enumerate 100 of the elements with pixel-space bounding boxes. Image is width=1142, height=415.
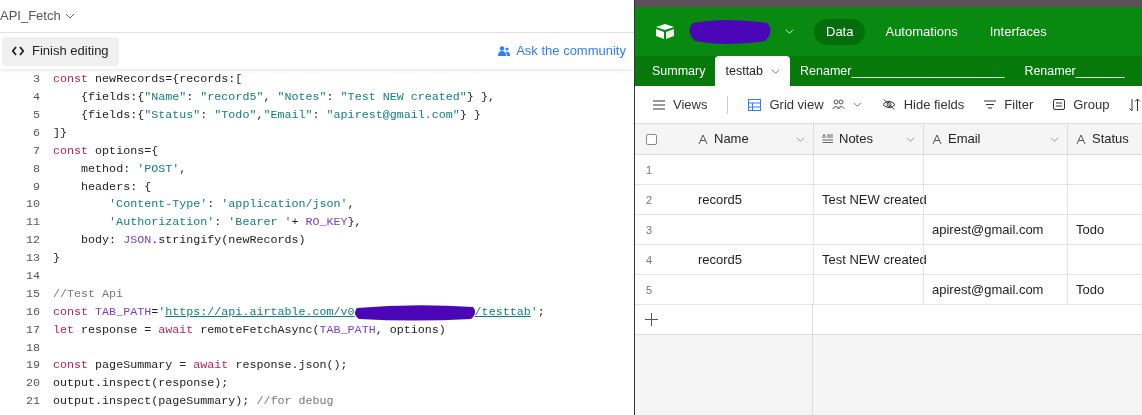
code-token: ]} (53, 124, 68, 142)
code-token: , (256, 106, 264, 124)
code-link[interactable]: /testtab (474, 303, 531, 322)
chevron-down-icon[interactable] (64, 11, 75, 21)
code-token: {fields:{ (81, 89, 145, 107)
code-token: 'POST' (137, 160, 180, 178)
column-title: Status (1092, 130, 1130, 149)
table-cell-text: record5 (698, 250, 743, 269)
code-token: method: (81, 160, 131, 178)
code-token: + (291, 214, 299, 232)
code-token: const (53, 303, 89, 321)
code-token: "apirest@gmail.com" (326, 106, 460, 124)
code-token: : (186, 89, 194, 107)
code-token: : (200, 106, 208, 124)
line-number: 4 (32, 89, 40, 107)
line-number: 10 (24, 196, 40, 214)
nav-tab[interactable]: Interfaces (977, 18, 1059, 45)
column-header[interactable]: Name (690, 124, 813, 154)
people-icon (831, 99, 845, 110)
code-token: = (151, 303, 159, 321)
hide-fields-button[interactable]: Hide fields (881, 94, 965, 115)
table-cell-text: record5 (698, 190, 743, 209)
menu-icon (653, 99, 665, 110)
nav-tab[interactable]: Data (814, 18, 866, 45)
column-header[interactable]: Email (923, 124, 1067, 154)
code-token: 'Authorization' (109, 214, 215, 232)
code-token: await (158, 321, 194, 339)
code-token: const (53, 71, 89, 89)
line-number: 21 (24, 393, 40, 411)
column-header[interactable]: Status (1067, 124, 1142, 154)
column-title: Notes (839, 130, 874, 149)
code-token: newRecords={records:[ (95, 71, 243, 89)
code-token: await (193, 357, 229, 375)
line-number: 6 (32, 124, 40, 142)
line-number: 9 (32, 178, 40, 196)
filter-button[interactable]: Filter (984, 94, 1034, 115)
table-cell-text: apirest@gmail.com (932, 220, 1044, 239)
select-all-checkbox[interactable] (646, 133, 657, 145)
code-token: body: (81, 232, 117, 250)
code-token: : (214, 214, 222, 232)
add-row-icon[interactable] (645, 313, 658, 326)
text-field-icon (932, 134, 942, 144)
code-token: pageSummary = (95, 357, 187, 375)
table-cell-text: Test NEW created (822, 190, 927, 209)
logo-icon (655, 23, 675, 40)
code-token: 'application/json' (221, 196, 348, 214)
code-token: response = (81, 321, 152, 339)
row-number: 2 (645, 193, 654, 208)
code-icon (12, 46, 24, 56)
group-button[interactable]: Group (1053, 94, 1110, 115)
line-number: 13 (24, 250, 40, 268)
line-number: 19 (24, 357, 40, 375)
chevron-down-icon[interactable] (771, 66, 780, 76)
code-token: ' (530, 303, 538, 321)
text-field-icon (698, 134, 708, 144)
table-cell-text: Test NEW created (822, 250, 927, 269)
views-button[interactable]: Views (653, 94, 708, 115)
row-number: 4 (645, 253, 654, 268)
row-number: 3 (645, 223, 654, 238)
code-token: ' (158, 303, 166, 321)
table-cell-text: apirest@gmail.com (932, 280, 1044, 299)
code-token: , (179, 160, 187, 178)
code-token: : (326, 89, 334, 107)
code-token: //for debug (256, 393, 334, 411)
chevron-down-icon[interactable] (852, 100, 862, 109)
row-number: 5 (645, 283, 654, 298)
table-tab[interactable]: Summary (642, 56, 716, 86)
code-token: RO_KEY (305, 214, 348, 232)
table-tab[interactable]: Renamer______________________ (790, 56, 1015, 86)
code-token: headers: { (81, 178, 152, 196)
code-token: }, (347, 214, 362, 232)
table-tab[interactable]: testtab (715, 56, 790, 86)
code-token: "Status" (144, 106, 201, 124)
code-token: remoteFetchAsync( (200, 321, 320, 339)
line-number: 16 (24, 303, 40, 321)
grid-view-button[interactable]: Grid view (748, 94, 862, 115)
eye-slash-icon (881, 99, 896, 110)
finish-editing-button[interactable]: Finish editing (2, 36, 119, 66)
line-number: 18 (24, 339, 40, 357)
line-number: 8 (32, 160, 40, 178)
code-token: TAB_PATH (319, 321, 376, 339)
code-token: options={ (95, 142, 159, 160)
chevron-down-icon[interactable] (785, 27, 794, 36)
code-token: response.json(); (235, 357, 348, 375)
sort-icon[interactable] (1129, 98, 1142, 111)
column-header[interactable]: Notes (813, 124, 923, 154)
text-field-icon (1076, 134, 1086, 144)
code-link[interactable]: https://api.airtable.com/v0 (165, 303, 355, 322)
script-title[interactable]: API_Fetch (0, 6, 61, 26)
code-token: "Email" (263, 106, 313, 124)
table-tab[interactable]: Renamer_______ (1014, 56, 1135, 86)
code-token: "Name" (144, 89, 187, 107)
code-token: , options) (375, 321, 446, 339)
nav-tab[interactable]: Automations (873, 18, 970, 45)
code-token: output.inspect(response); (53, 375, 229, 393)
ask-community-link[interactable]: Ask the community (516, 41, 626, 61)
code-token: const (53, 142, 89, 160)
code-token: output.inspect(pageSummary); (53, 393, 250, 411)
column-title: Email (948, 130, 982, 149)
line-number: 3 (32, 71, 40, 89)
